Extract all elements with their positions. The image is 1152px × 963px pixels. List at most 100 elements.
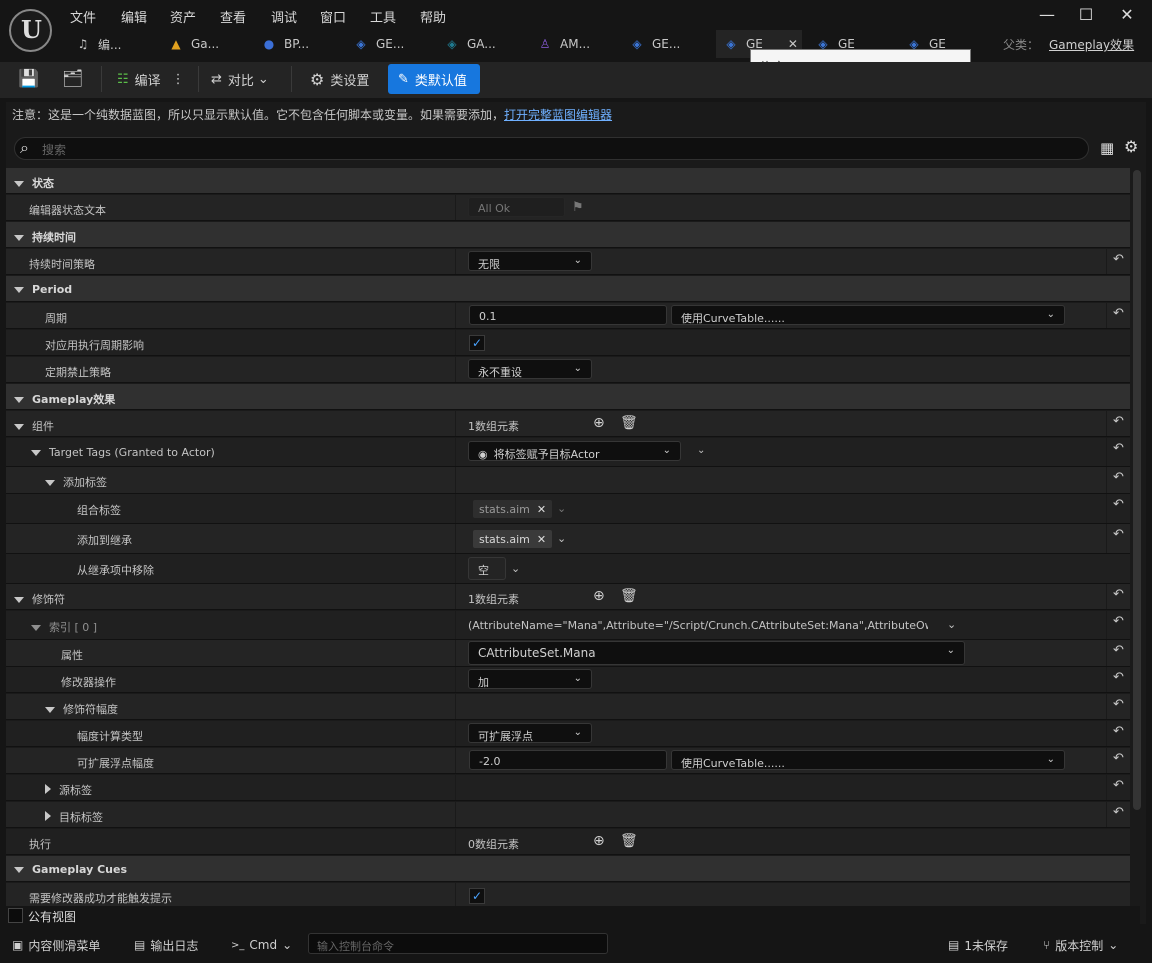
class-settings-button[interactable]: ⚙ 类设置 — [310, 64, 369, 94]
add-icon[interactable]: ⊕ — [593, 588, 605, 604]
table-icon[interactable]: ▦ — [1100, 139, 1114, 157]
public-view-checkbox[interactable] — [8, 908, 23, 923]
open-full-editor-link[interactable]: 打开完整蓝图编辑器 — [504, 108, 612, 122]
more-icon[interactable]: ⋮ — [172, 72, 185, 87]
property-target-tags-section[interactable]: 目标标签 ↶ — [6, 802, 1130, 828]
output-log-button[interactable]: ▤ 输出日志 — [134, 931, 198, 959]
editor-tab-6[interactable]: ♙ AM... — [537, 30, 609, 58]
content-drawer-icon: ▣ — [12, 938, 24, 952]
property-magnitude: 修饰符幅度 ↶ — [6, 694, 1130, 720]
reset-icon[interactable]: ↶ — [1106, 802, 1130, 827]
magnitude-type-combo[interactable]: 可扩展浮点 ⌄ — [468, 723, 592, 743]
duration-policy-combo[interactable]: 无限 ⌄ — [468, 251, 592, 271]
details-scrollbar[interactable] — [1133, 170, 1141, 810]
chevron-down-icon[interactable]: ⌄ — [947, 618, 956, 631]
menu-asset[interactable]: 资产 — [170, 7, 196, 26]
menu-view[interactable]: 查看 — [220, 7, 246, 26]
maximize-icon[interactable]: ☐ — [1075, 5, 1097, 25]
trash-icon[interactable]: 🗑 — [620, 833, 638, 849]
parent-class-link[interactable]: Gameplay效果 — [1049, 36, 1134, 53]
content-drawer-button[interactable]: ▣ 内容侧滑菜单 — [12, 931, 100, 959]
expand-icon — [45, 784, 51, 794]
removed-tags-empty[interactable]: 空 — [468, 557, 506, 580]
menu-edit[interactable]: 编辑 — [121, 7, 147, 26]
category-period[interactable]: Period — [6, 276, 1130, 302]
diff-button[interactable]: ⇄ 对比 ⌄ — [211, 64, 269, 94]
editor-tab-5[interactable]: ◈ GA... — [444, 30, 516, 58]
menu-debug[interactable]: 调试 — [271, 7, 297, 26]
curve-table-combo[interactable]: 使用CurveTable...... ⌄ — [671, 305, 1065, 325]
save-icon[interactable]: 💾 — [18, 64, 39, 94]
chevron-down-icon: ⌄ — [1046, 309, 1055, 320]
reset-icon[interactable]: ↶ — [1106, 611, 1130, 639]
chevron-down-icon: ⌄ — [557, 502, 567, 515]
public-view-toggle[interactable]: 公有视图 — [0, 906, 1140, 926]
source-control-button[interactable]: ⑂ 版本控制 ⌄ — [1043, 931, 1118, 959]
reset-icon[interactable]: ↶ — [1106, 303, 1130, 328]
category-gameplay-effect[interactable]: Gameplay效果 — [6, 384, 1130, 410]
editor-tab-7[interactable]: ◈ GE... — [629, 30, 701, 58]
console-input[interactable]: 输入控制台命令 — [308, 933, 608, 954]
close-window-icon[interactable]: ✕ — [1116, 5, 1138, 25]
period-input[interactable]: 0.1 — [469, 305, 667, 325]
add-icon[interactable]: ⊕ — [593, 415, 605, 431]
collapse-icon — [31, 450, 41, 456]
category-state[interactable]: 状态 — [6, 168, 1130, 194]
add-icon[interactable]: ⊕ — [593, 833, 605, 849]
require-success-checkbox[interactable]: ✓ — [469, 888, 485, 904]
category-gameplay-cues[interactable]: Gameplay Cues — [6, 856, 1130, 882]
chevron-down-icon: ⌄ — [573, 255, 582, 266]
modifier-op-combo[interactable]: 加 ⌄ — [468, 669, 592, 689]
editor-tab-3[interactable]: ● BP... — [261, 30, 333, 58]
reset-icon[interactable]: ↶ — [1106, 748, 1130, 773]
minimize-icon[interactable]: — — [1036, 5, 1058, 25]
trash-icon[interactable]: 🗑 — [620, 588, 638, 604]
expand-combo-icon[interactable]: ⌄ — [697, 445, 705, 456]
period-inhibit-combo[interactable]: 永不重设 ⌄ — [468, 359, 592, 379]
reset-icon[interactable]: ↶ — [1106, 640, 1130, 666]
compile-button[interactable]: ☷ 编译 ⋮ — [117, 64, 185, 94]
reset-icon[interactable]: ↶ — [1106, 411, 1130, 436]
class-defaults-button[interactable]: ✎ 类默认值 — [388, 64, 480, 94]
editor-tab-4[interactable]: ◈ GE... — [353, 30, 425, 58]
menu-file[interactable]: 文件 — [70, 7, 96, 26]
reset-icon[interactable]: ↶ — [1106, 438, 1130, 466]
cmd-button[interactable]: >_ Cmd ⌄ — [231, 931, 292, 959]
property-require-success: 需要修改器成功才能触发提示 ✓ — [6, 883, 1130, 906]
reset-icon[interactable]: ↶ — [1106, 584, 1130, 609]
search-input[interactable]: 搜索 — [14, 137, 1089, 160]
menu-window[interactable]: 窗口 — [320, 7, 346, 26]
reset-icon[interactable]: ↶ — [1106, 494, 1130, 523]
reset-icon[interactable]: ↶ — [1106, 249, 1130, 274]
editor-tab-2[interactable]: ▲ Ga... — [168, 30, 240, 58]
reset-icon[interactable]: ↶ — [1106, 667, 1130, 692]
period-execute-checkbox[interactable]: ✓ — [469, 335, 485, 351]
reset-icon[interactable]: ↶ — [1106, 467, 1130, 493]
reset-icon[interactable]: ↶ — [1106, 694, 1130, 719]
collapse-icon — [14, 424, 24, 430]
menu-help[interactable]: 帮助 — [420, 7, 446, 26]
target-tags-combo[interactable]: ◉ 将标签赋予目标Actor ⌄ — [468, 441, 681, 461]
attribute-combo[interactable]: CAttributeSet.Mana ⌄ — [468, 641, 965, 665]
reset-icon[interactable]: ↶ — [1106, 775, 1130, 800]
unreal-logo-icon[interactable]: U — [9, 9, 52, 52]
unreal-editor-window: U 文件 编辑 资产 查看 调试 窗口 工具 帮助 — ☐ ✕ ♫ 编... ▲ G… — [0, 0, 1152, 963]
category-duration[interactable]: 持续时间 — [6, 222, 1130, 248]
property-source-tags[interactable]: 源标签 ↶ — [6, 775, 1130, 801]
scalable-input[interactable]: -2.0 — [469, 750, 667, 770]
added-tag-chip[interactable]: stats.aim ✕ — [473, 530, 553, 548]
reset-icon[interactable]: ↶ — [1106, 721, 1130, 746]
gameplay-effect-icon: ◈ — [356, 37, 366, 51]
editor-tab-1[interactable]: ♫ 编... — [75, 30, 153, 58]
logo-text: U — [21, 15, 42, 44]
curve-table-combo[interactable]: 使用CurveTable...... ⌄ — [671, 750, 1065, 770]
unsaved-button[interactable]: ▤ 1未保存 — [948, 931, 1008, 959]
chevron-down-icon[interactable]: ⌄ — [511, 562, 520, 575]
chevron-down-icon[interactable]: ⌄ — [557, 532, 566, 545]
remove-tag-icon[interactable]: ✕ — [537, 533, 546, 546]
browse-icon[interactable]: 🗂 — [62, 64, 84, 94]
reset-icon[interactable]: ↶ — [1106, 524, 1130, 553]
settings-icon[interactable]: ⚙ — [1124, 137, 1138, 156]
menu-tools[interactable]: 工具 — [370, 7, 396, 26]
trash-icon[interactable]: 🗑 — [620, 415, 638, 431]
